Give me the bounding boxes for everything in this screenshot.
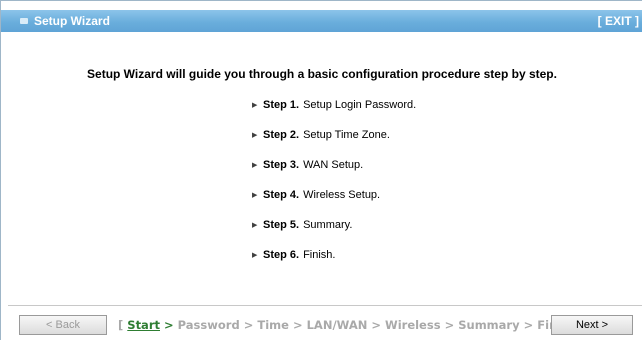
list-item: ▶ Step 2. Setup Time Zone.	[252, 129, 416, 159]
breadcrumb-separator: >	[444, 318, 455, 332]
breadcrumb-open: [	[118, 318, 124, 332]
step-label: Setup Login Password.	[303, 99, 417, 111]
step-number: Step 1.	[263, 99, 300, 111]
back-button[interactable]: < Back	[19, 315, 107, 335]
triangle-right-icon: ▶	[252, 162, 258, 169]
step-list: ▶ Step 1. Setup Login Password. ▶ Step 2…	[252, 99, 416, 279]
step-number: Step 4.	[263, 189, 300, 201]
breadcrumb-separator: >	[523, 318, 534, 332]
breadcrumb-item-lan-wan: LAN/WAN	[306, 318, 368, 332]
breadcrumb-item-start[interactable]: Start	[127, 318, 160, 332]
breadcrumb-separator: >	[243, 318, 254, 332]
footer-divider	[8, 305, 642, 306]
breadcrumb-separator: >	[164, 318, 174, 332]
window-icon	[20, 18, 28, 24]
window-title: Setup Wizard	[34, 14, 110, 28]
breadcrumb: [ Start > Password > Time > LAN/WAN > Wi…	[118, 318, 591, 332]
triangle-right-icon: ▶	[252, 192, 258, 199]
triangle-right-icon: ▶	[252, 222, 258, 229]
step-number: Step 3.	[263, 159, 300, 171]
list-item: ▶ Step 6. Finish.	[252, 249, 416, 279]
setup-wizard-window: Setup Wizard [ EXIT ] Setup Wizard will …	[0, 0, 642, 340]
list-item: ▶ Step 5. Summary.	[252, 219, 416, 249]
list-item: ▶ Step 3. WAN Setup.	[252, 159, 416, 189]
breadcrumb-item-password: Password	[177, 318, 240, 332]
page-heading: Setup Wizard will guide you through a ba…	[87, 67, 557, 81]
exit-button[interactable]: [ EXIT ]	[598, 14, 639, 28]
triangle-right-icon: ▶	[252, 102, 258, 109]
triangle-right-icon: ▶	[252, 252, 258, 259]
step-label: Setup Time Zone.	[303, 129, 390, 141]
list-item: ▶ Step 4. Wireless Setup.	[252, 189, 416, 219]
breadcrumb-separator: >	[371, 318, 381, 332]
breadcrumb-item-wireless: Wireless	[385, 318, 441, 332]
step-label: WAN Setup.	[303, 159, 364, 171]
step-label: Summary.	[303, 219, 353, 231]
title-bar: Setup Wizard [ EXIT ]	[1, 10, 642, 32]
step-number: Step 6.	[263, 249, 300, 261]
breadcrumb-item-summary: Summary	[458, 318, 520, 332]
breadcrumb-item-time: Time	[257, 318, 289, 332]
step-label: Wireless Setup.	[303, 189, 381, 201]
step-number: Step 5.	[263, 219, 300, 231]
breadcrumb-separator: >	[292, 318, 303, 332]
step-number: Step 2.	[263, 129, 300, 141]
step-label: Finish.	[303, 249, 336, 261]
list-item: ▶ Step 1. Setup Login Password.	[252, 99, 416, 129]
triangle-right-icon: ▶	[252, 132, 258, 139]
next-button[interactable]: Next >	[551, 315, 633, 335]
